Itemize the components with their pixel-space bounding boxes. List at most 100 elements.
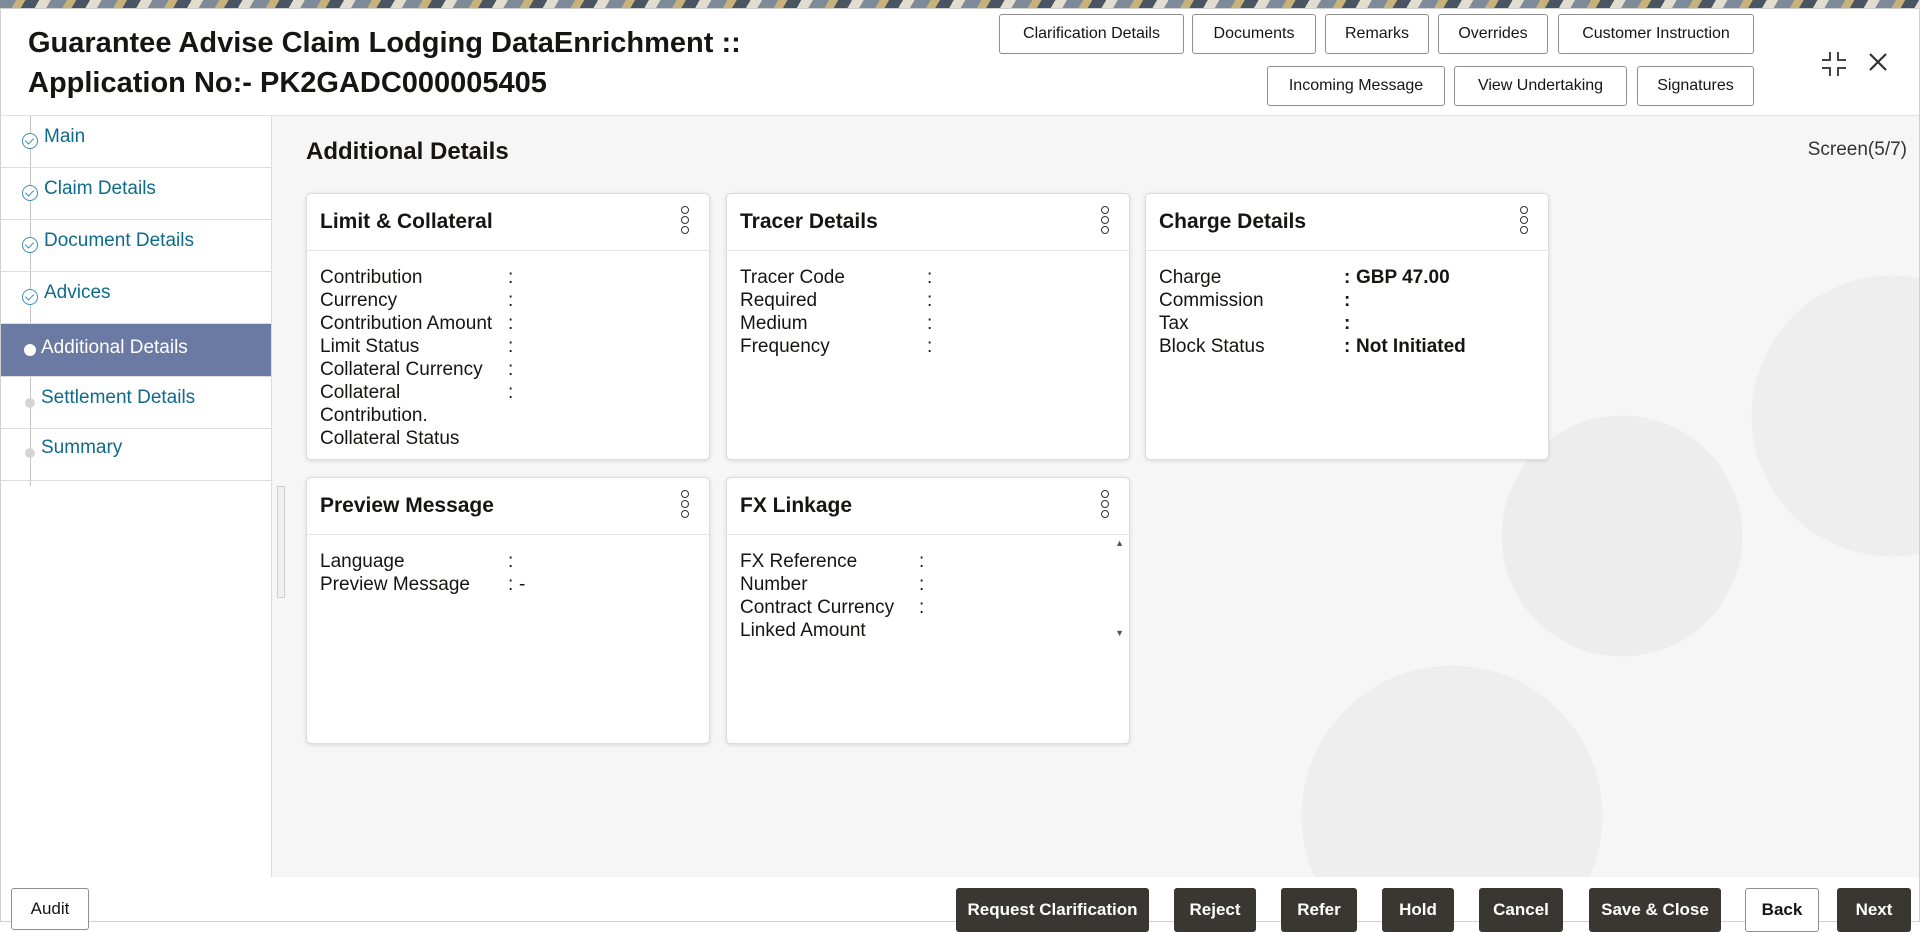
field-separator: : [919, 597, 925, 618]
customer-instruction-button[interactable]: Customer Instruction [1558, 14, 1754, 54]
sidebar-item-label: Main [44, 126, 86, 147]
tracer-details-card: Tracer Details Tracer Code : Required : … [726, 193, 1130, 460]
scroll-up-icon[interactable]: ▲ [1115, 538, 1124, 548]
check-circle-icon [22, 237, 38, 253]
field-label: Limit Status [320, 336, 420, 357]
card-header: Charge Details [1146, 194, 1548, 251]
remarks-button[interactable]: Remarks [1325, 14, 1429, 54]
clarification-details-button[interactable]: Clarification Details [999, 14, 1184, 54]
more-options-icon[interactable] [1101, 490, 1111, 520]
sidebar: Main Claim Details Document Details Advi… [1, 116, 272, 886]
more-options-icon[interactable] [681, 206, 691, 236]
block-status-value: Not Initiated [1356, 336, 1466, 357]
field-separator: : [927, 290, 933, 311]
signatures-button[interactable]: Signatures [1637, 66, 1754, 106]
more-options-icon[interactable] [1101, 206, 1111, 236]
field-separator: : [508, 336, 514, 357]
field-label: Medium [740, 313, 808, 334]
next-button[interactable]: Next [1837, 888, 1911, 932]
field-separator: : [508, 574, 514, 595]
application-window: Guarantee Advise Claim Lodging DataEnric… [0, 8, 1920, 932]
more-options-icon[interactable] [681, 490, 691, 520]
sidebar-item-label: Claim Details [44, 178, 156, 199]
card-title: Tracer Details [740, 210, 878, 233]
field-separator: : [919, 574, 925, 595]
card-title: Charge Details [1159, 210, 1307, 233]
sidebar-item-main[interactable]: Main [1, 116, 271, 168]
field-separator: : [919, 551, 925, 572]
save-close-button[interactable]: Save & Close [1589, 888, 1721, 932]
main-content: Additional Details Screen(5/7) Limit & C… [272, 116, 1919, 886]
card-header: FX Linkage [727, 478, 1129, 535]
back-button[interactable]: Back [1745, 888, 1819, 932]
field-separator: : [508, 267, 514, 288]
field-label: Language [320, 551, 405, 572]
request-clarification-button[interactable]: Request Clarification [956, 888, 1149, 932]
page-title: Guarantee Advise Claim Lodging DataEnric… [28, 23, 741, 103]
section-title: Additional Details [306, 138, 509, 165]
field-label: Linked Amount [740, 620, 866, 641]
field-label: Preview Message [320, 574, 470, 595]
field-label: Collateral Status [320, 428, 460, 449]
field-label: Contribution. [320, 405, 428, 426]
sidebar-item-advices[interactable]: Advices [1, 272, 271, 324]
footer-toolbar: Audit Request Clarification Reject Refer… [1, 877, 1919, 932]
view-undertaking-button[interactable]: View Undertaking [1454, 66, 1627, 106]
documents-button[interactable]: Documents [1192, 14, 1316, 54]
field-separator: : [508, 551, 514, 572]
sidebar-item-summary[interactable]: Summary [1, 429, 271, 481]
hold-button[interactable]: Hold [1382, 888, 1454, 932]
sidebar-item-additional-details[interactable]: Additional Details [1, 324, 271, 377]
field-label: Block Status [1159, 336, 1265, 357]
field-separator: : [1344, 336, 1351, 357]
sidebar-item-document-details[interactable]: Document Details [1, 220, 271, 272]
field-separator: : [508, 359, 514, 380]
card-header: Limit & Collateral [307, 194, 709, 251]
sidebar-item-claim-details[interactable]: Claim Details [1, 168, 271, 220]
reject-button[interactable]: Reject [1174, 888, 1256, 932]
field-separator: : [927, 267, 933, 288]
current-step-icon [24, 344, 36, 356]
sidebar-item-label: Settlement Details [41, 387, 196, 408]
pending-step-icon [25, 448, 35, 458]
limit-collateral-card: Limit & Collateral Contribution : Curren… [306, 193, 710, 460]
refer-button[interactable]: Refer [1281, 888, 1357, 932]
background-strip [0, 0, 1920, 8]
overrides-button[interactable]: Overrides [1438, 14, 1548, 54]
more-options-icon[interactable] [1520, 206, 1530, 236]
field-separator: : [927, 336, 933, 357]
sidebar-item-label: Summary [41, 437, 123, 458]
field-separator: : [927, 313, 933, 334]
field-label: Contract Currency [740, 597, 895, 618]
field-label: Contribution [320, 267, 423, 288]
sidebar-item-label: Additional Details [41, 337, 188, 358]
charge-value: GBP 47.00 [1356, 267, 1450, 288]
header: Guarantee Advise Claim Lodging DataEnric… [1, 9, 1919, 116]
collapse-icon[interactable] [1819, 49, 1849, 85]
field-separator: : [1344, 313, 1351, 334]
field-label: Frequency [740, 336, 830, 357]
scrollbar[interactable] [277, 486, 285, 598]
field-label: Charge [1159, 267, 1222, 288]
close-icon[interactable] [1865, 49, 1891, 81]
check-circle-icon [22, 185, 38, 201]
incoming-message-button[interactable]: Incoming Message [1267, 66, 1445, 106]
check-circle-icon [22, 289, 38, 305]
screen-indicator: Screen(5/7) [1807, 139, 1907, 160]
field-separator: : [508, 382, 514, 403]
field-label: Tax [1159, 313, 1189, 334]
field-label: Currency [320, 290, 398, 311]
cancel-button[interactable]: Cancel [1479, 888, 1563, 932]
card-title: Limit & Collateral [320, 210, 493, 233]
check-circle-icon [22, 133, 38, 149]
audit-button[interactable]: Audit [11, 888, 89, 930]
pending-step-icon [25, 398, 35, 408]
title-line-2: Application No:- PK2GADC000005405 [28, 67, 547, 99]
field-label: FX Reference [740, 551, 858, 572]
card-title: Preview Message [320, 494, 494, 517]
field-label: Commission [1159, 290, 1264, 311]
sidebar-item-settlement-details[interactable]: Settlement Details [1, 377, 271, 429]
scroll-down-icon[interactable]: ▼ [1115, 628, 1124, 638]
field-label: Contribution Amount [320, 313, 493, 334]
title-line-1: Guarantee Advise Claim Lodging DataEnric… [28, 27, 741, 59]
